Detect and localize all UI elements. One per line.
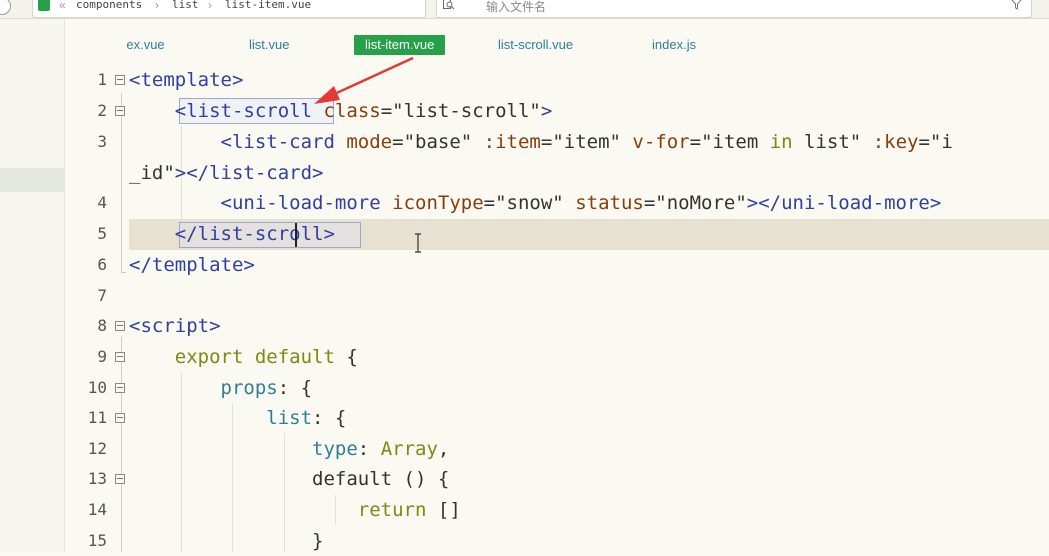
code-line[interactable]: 13 default () { — [0, 464, 1049, 494]
fold-toggle-icon[interactable] — [115, 383, 125, 393]
line-number: 7 — [97, 286, 107, 305]
code-line[interactable]: 11 list: { — [0, 403, 1049, 433]
code-line[interactable]: 10 props: { — [0, 373, 1049, 403]
line-number: 2 — [97, 101, 107, 120]
code-line[interactable]: 3 <list-card mode="base" :item="item" v-… — [0, 127, 1049, 157]
code-text: _id"></list-card> — [129, 162, 324, 184]
line-number: 12 — [87, 439, 107, 458]
line-number: 10 — [87, 378, 107, 397]
breadcrumb-item-list[interactable]: list — [172, 0, 199, 11]
text-cursor — [295, 223, 297, 247]
code-line[interactable]: 12 type: Array, — [0, 434, 1049, 464]
code-text: props: { — [220, 377, 313, 399]
line-number: 5 — [97, 224, 107, 243]
fold-toggle-icon[interactable] — [115, 321, 125, 331]
code-text: <list-card mode="base" :item="item" v-fo… — [220, 131, 953, 153]
fold-toggle-icon[interactable] — [115, 352, 125, 362]
line-number: 3 — [97, 132, 107, 151]
project-icon — [38, 0, 50, 11]
line-number: 14 — [87, 500, 107, 519]
breadcrumb-item-components[interactable]: components — [76, 0, 142, 11]
code-text: list: { — [266, 407, 347, 429]
code-text: type: Array, — [312, 438, 450, 460]
code-line[interactable]: 6 </template> — [0, 250, 1049, 280]
code-line[interactable]: 14 return [] — [0, 495, 1049, 525]
tab-list-scroll-vue[interactable]: list-scroll.vue — [498, 35, 573, 55]
code-line[interactable]: 2 <list-scroll class="list-scroll"> — [0, 96, 1049, 126]
code-line-wrapped[interactable]: _id"></list-card> — [0, 158, 1049, 188]
line-number: 6 — [97, 255, 107, 274]
tab-list-vue[interactable]: list.vue — [249, 35, 289, 55]
code-text: <script> — [129, 315, 221, 337]
fold-toggle-icon[interactable] — [115, 413, 125, 423]
code-text: default () { — [312, 468, 450, 490]
fold-toggle-icon[interactable] — [115, 474, 125, 484]
code-text: </template> — [129, 254, 255, 276]
annotation-arrow-icon — [314, 56, 414, 104]
search-file-icon — [443, 0, 455, 10]
line-number: 9 — [97, 347, 107, 366]
tab-index-js[interactable]: index.js — [652, 35, 696, 55]
search-placeholder: 输入文件名 — [486, 0, 547, 14]
line-number: 8 — [97, 316, 107, 335]
code-line[interactable]: 1 <template> — [0, 65, 1049, 95]
code-line[interactable]: 5 </list-scroll> — [0, 219, 1049, 249]
code-text: </list-scroll> — [174, 223, 335, 245]
breadcrumb-separator: › — [155, 0, 159, 12]
breadcrumb-back-icon[interactable]: « — [59, 0, 66, 12]
tab-list-item-vue[interactable]: list-item.vue — [354, 35, 446, 55]
code-text: <uni-load-more iconType="snow" status="n… — [220, 192, 942, 214]
fold-toggle-icon[interactable] — [115, 75, 125, 85]
code-line[interactable]: 8 <script> — [0, 311, 1049, 341]
code-line[interactable]: 7 — [0, 281, 1049, 311]
code-line[interactable]: 9 export default { — [0, 342, 1049, 372]
ibeam-cursor-icon — [415, 233, 421, 253]
code-text: export default { — [174, 346, 358, 368]
line-number: 11 — [87, 408, 107, 427]
fold-toggle-icon[interactable] — [115, 106, 125, 116]
breadcrumb-item-file[interactable]: list-item.vue — [225, 0, 311, 11]
filter-icon[interactable] — [1011, 0, 1022, 10]
line-number: 1 — [97, 70, 107, 89]
code-line[interactable]: 4 <uni-load-more iconType="snow" status=… — [0, 188, 1049, 218]
code-text: return [] — [357, 499, 461, 521]
line-number: 4 — [97, 193, 107, 212]
breadcrumb-separator: › — [208, 0, 212, 12]
code-text: <template> — [129, 69, 244, 91]
line-number: 13 — [87, 469, 107, 488]
